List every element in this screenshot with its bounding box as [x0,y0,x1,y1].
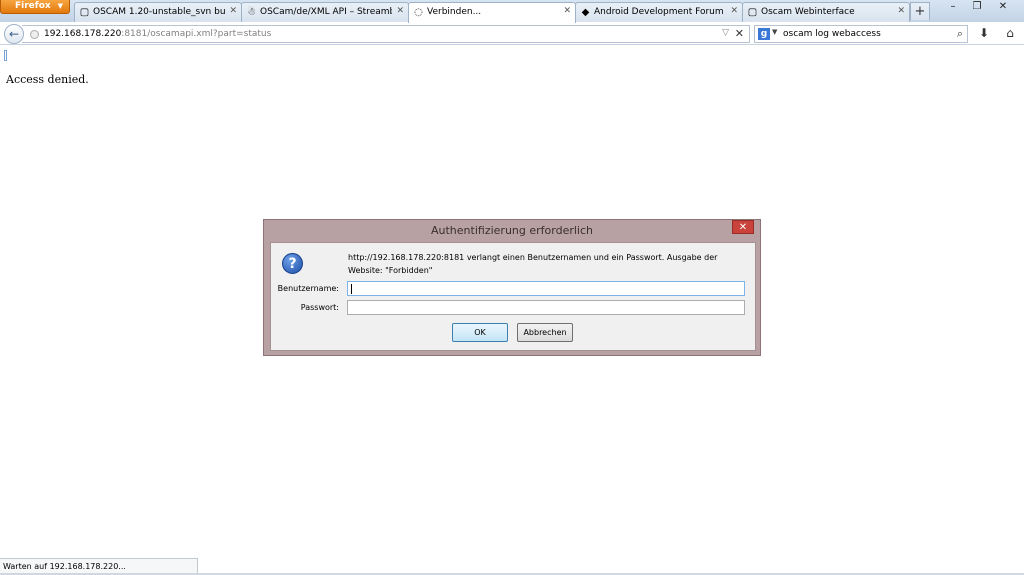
page-icon: ▢ [747,7,758,18]
access-denied-text: Access denied. [6,73,89,86]
navigation-toolbar: 192.168.178.220:8181/oscamapi.xml?part=s… [0,22,1024,45]
dialog-body: ? http://192.168.178.220:8181 verlangt e… [270,242,756,351]
tab-verbinden[interactable]: ◌ Verbinden... ✕ [408,2,576,23]
dialog-message: http://192.168.178.220:8181 verlangt ein… [348,253,718,275]
question-icon: ? [282,253,303,274]
close-icon[interactable]: ✕ [730,6,738,16]
minimize-button[interactable]: – [942,0,964,15]
close-icon[interactable]: ✕ [396,6,404,16]
loading-icon: ◌ [414,7,423,18]
forum-icon: ◆ [581,7,590,18]
tab-title: OSCAM 1.20-unstable_svn build... [93,7,225,17]
tab-android-forum[interactable]: ◆ Android Development Forum - ... ✕ [575,2,743,22]
restore-button[interactable]: ❐ [966,0,988,15]
tab-title: OSCam/de/XML API – Streamb... [260,7,392,17]
text-caret [351,284,352,294]
download-arrow-icon: ⬇ [978,26,990,40]
page-icon: ▢ [79,7,90,18]
firefox-menu-button[interactable]: Firefox ▼ [0,0,70,14]
close-icon[interactable]: ✕ [563,6,571,16]
browser-window: Firefox ▼ ▢ OSCAM 1.20-unstable_svn buil… [0,0,1024,575]
ok-button[interactable]: OK [452,323,508,342]
page-marker [4,50,7,61]
cancel-button[interactable]: Abbrechen [517,323,573,342]
dialog-close-button[interactable]: ✕ [732,220,754,234]
tab-oscam-xml-api[interactable]: ☃ OSCam/de/XML API – Streamb... ✕ [241,2,409,22]
google-icon[interactable]: g [758,28,770,40]
status-text: Warten auf 192.168.178.220... [3,562,126,571]
url-bar[interactable]: 192.168.178.220:8181/oscamapi.xml?part=s… [22,25,750,43]
tab-title: Verbinden... [427,7,482,17]
url-text[interactable]: 192.168.178.220:8181/oscamapi.xml?part=s… [44,29,271,39]
home-button[interactable]: ⌂ [1002,26,1018,42]
site-identity-icon[interactable] [30,30,39,39]
close-icon[interactable]: ✕ [229,6,237,16]
tab-strip: Firefox ▼ ▢ OSCAM 1.20-unstable_svn buil… [0,0,1024,23]
close-icon[interactable]: ✕ [897,6,905,16]
firefox-menu-label: Firefox [15,1,51,11]
tab-oscam-build[interactable]: ▢ OSCAM 1.20-unstable_svn build... ✕ [74,2,242,22]
password-field[interactable] [347,300,745,315]
chevron-down-icon[interactable]: ▼ [772,28,777,36]
tab-title: Oscam Webinterface [761,7,855,17]
stop-icon[interactable]: ✕ [735,27,744,40]
search-input[interactable]: oscam log webaccess [783,29,881,39]
search-bar[interactable]: g ▼ oscam log webaccess ⌕ [754,25,968,43]
dialog-title: Authentifizierung erforderlich [431,224,593,237]
search-icon[interactable]: ⌕ [957,27,963,41]
history-dropdown-icon[interactable]: ▽ [722,28,729,38]
penguin-icon: ☃ [247,7,256,18]
window-close-button[interactable]: ✕ [992,0,1014,15]
downloads-button[interactable]: ⬇ [976,26,992,42]
auth-dialog: Authentifizierung erforderlich ✕ ? http:… [263,219,761,356]
tab-title: Android Development Forum - ... [594,7,726,17]
url-host: 192.168.178.220 [44,29,122,39]
back-arrow-icon: ← [8,27,20,41]
password-label: Passwort: [300,303,339,312]
back-button[interactable]: ← [4,24,24,44]
chevron-down-icon: ▼ [57,2,63,10]
new-tab-button[interactable]: + [910,2,930,20]
username-label: Benutzername: [277,284,339,293]
home-icon: ⌂ [1006,26,1014,40]
username-field[interactable] [347,281,745,296]
url-path: :8181/oscamapi.xml?part=status [121,29,272,39]
tab-oscam-webinterface[interactable]: ▢ Oscam Webinterface ✕ [742,2,910,22]
